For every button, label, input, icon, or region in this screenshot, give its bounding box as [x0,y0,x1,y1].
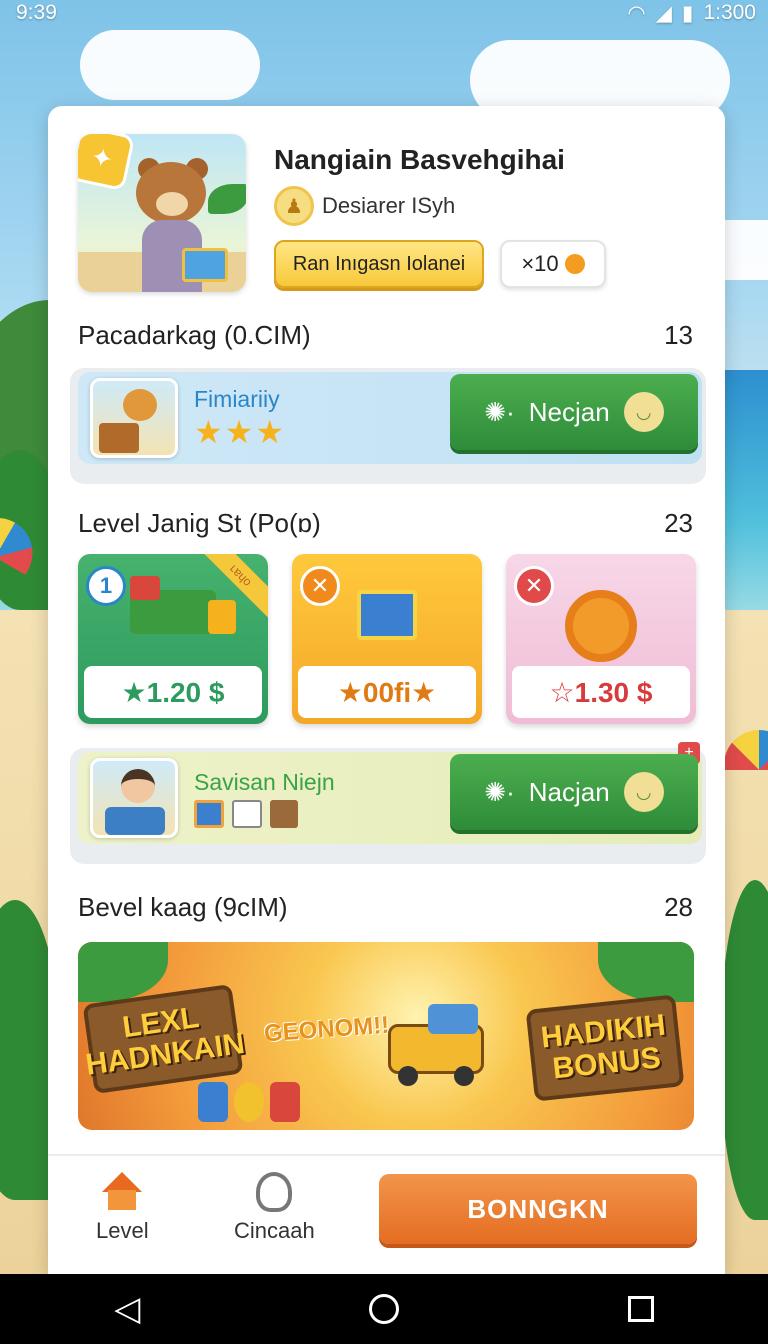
house-icon [102,1172,143,1212]
star-rating: ★★★ [194,413,287,450]
offer-thumbnail [90,758,178,838]
multiplier-label: ×10 [521,251,559,276]
truck-icon [232,799,262,828]
sparkle-icon: ✺· [484,776,515,807]
level-tile[interactable]: ✕ ☆1.30 $ [506,554,696,724]
button-label: Nacjan [528,776,610,807]
main-card: ✦ Nangiain Basvehgihai ♟ Desiarer ISyh R… [48,106,725,1274]
subtitle: Desiarer ISyh [322,193,456,218]
tile-price: ★1.20 $ [84,666,262,718]
truck-icon [388,1004,488,1086]
close-badge-icon: ✕ [514,566,554,606]
recents-icon[interactable] [627,1296,654,1322]
tile-number-badge: 1 [86,566,126,606]
trophy-icon [256,1172,293,1212]
profile-header: ✦ Nangiain Basvehgihai ♟ Desiarer ISyh R… [78,134,705,294]
back-icon[interactable]: ◁ [114,1289,140,1329]
section-label: Pacadarkag (0.CIM) [78,320,311,350]
palm-leaf [598,942,694,1002]
nav-item-level[interactable]: Level [96,1172,149,1244]
sparkle-icon: ✺· [484,396,515,427]
battery-icon: ▮ [681,1,694,25]
offer-name: Fimiariiy [194,385,280,412]
level-tile[interactable]: ✕ ★00fi★ [292,554,482,724]
button-label: Necjan [528,396,610,427]
level-tiles: ʟɐɥo 1 ★1.20 $ ✕ ★00fi★ ✕ ☆1.30 $ [78,554,696,724]
section-label: Bevel kaag (9cIM) [78,892,288,922]
primary-pill-button[interactable]: Ran Inıgasn Iolanei [274,240,484,288]
tile-price: ☆1.30 $ [512,666,690,718]
offer-card[interactable]: Savisan Niejn + ✺· Nacjan ◡ [70,742,706,864]
gift-box-icon [357,590,417,640]
tile-price: ★00fi★ [298,666,476,718]
close-badge-icon: ✕ [300,566,340,606]
home-icon[interactable] [369,1294,400,1324]
nav-item-cincaah[interactable]: Cincaah [234,1172,315,1244]
offer-thumbnail [90,378,178,458]
section-count: 13 [664,320,693,350]
nav-label: Level [96,1218,149,1243]
offer-card[interactable]: Fimiariiy ★★★ ✺· Necjan ◡ [70,368,706,484]
section-label: Level Janig St (Po(ɒ) [78,508,321,538]
offer-claim-button[interactable]: ✺· Necjan ◡ [450,374,698,450]
level-tile[interactable]: ʟɐɥo 1 ★1.20 $ [78,554,268,724]
coin-icon [564,254,585,274]
bonus-banner[interactable]: LEXL HADNKAIN GEONOM!! HADIKIH BONUS [78,942,694,1130]
section-count: 23 [664,508,693,538]
person-icon [121,769,155,803]
bell-icon: ♟ [274,186,314,226]
lion-icon [565,590,637,662]
wifi-icon: ◠ [627,1,646,25]
bear-icon [123,389,157,421]
main-cta-button[interactable]: BONNGKN [379,1174,697,1244]
palm-leaf [78,942,168,1002]
smiley-icon: ◡ [623,772,664,812]
gift-icon [194,799,224,828]
page-title: Nangiain Basvehgihai [274,144,565,175]
offer-claim-button[interactable]: ✺· Nacjan ◡ [450,754,698,830]
palm-icon [208,184,246,214]
banner-headline: GEONOM!! [263,1011,391,1048]
status-bar: 9:39 ◠ ◢ ▮ 1:300 [0,0,768,26]
system-nav-bar: ◁ [0,1274,768,1344]
status-right-text: 1:300 [703,1,756,24]
star-badge-icon: ✦ [78,134,136,192]
offer-name: Savisan Niejn [194,768,335,795]
status-time: 9:39 [16,1,57,24]
section-count: 28 [664,892,693,922]
left-sign: LEXL HADNKAIN [82,983,247,1094]
signal-icon: ◢ [655,1,672,25]
right-sign: HADIKIH BONUS [525,994,685,1102]
coins-stack-icon [198,1082,300,1122]
multiplier-button[interactable]: ×10 [500,240,606,288]
treasure-icon [99,423,139,453]
smiley-icon: ◡ [623,392,664,432]
profile-avatar[interactable]: ✦ [78,134,246,292]
bottom-bar: Level Cincaah BONNGKN [48,1154,725,1274]
truck-icon [130,576,236,634]
gift-icon [182,248,228,282]
nav-label: Cincaah [234,1218,315,1243]
cloud [80,30,260,100]
crate-icon [270,799,298,828]
